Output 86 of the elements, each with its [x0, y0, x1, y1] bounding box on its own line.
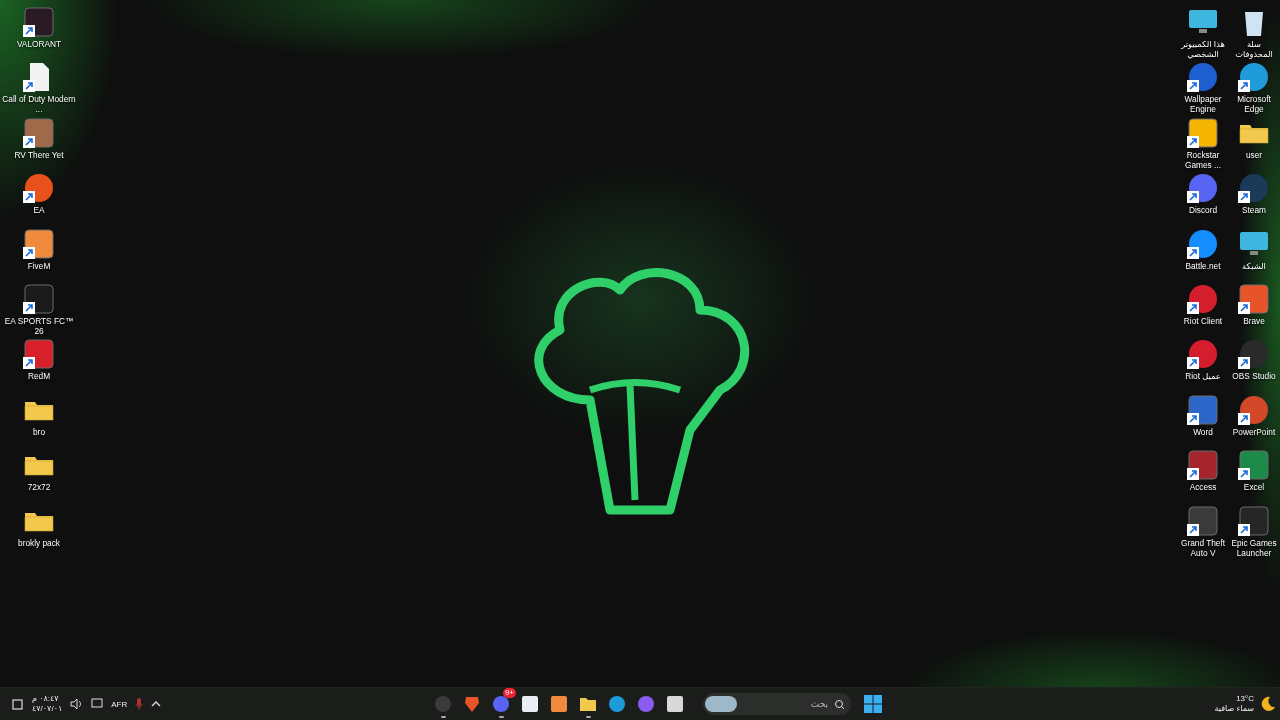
folder-icon: [579, 695, 597, 713]
language-indicator[interactable]: AFR: [111, 699, 128, 709]
icon-label: سلة المحذوفات: [1234, 39, 1274, 59]
icon-label: Grand Theft Auto V: [1179, 537, 1227, 558]
icon-label: Discord: [1187, 205, 1219, 216]
notification-badge: 9+: [502, 688, 516, 698]
desktop-icon[interactable]: Microsoft Edge: [1229, 59, 1279, 115]
microphone-icon[interactable]: [135, 698, 144, 710]
desktop-icon[interactable]: Epic Games Launcher: [1229, 502, 1279, 558]
icon-label: Excel: [1242, 482, 1266, 493]
icon-label: Battle.net: [1184, 260, 1222, 271]
desktop-icon[interactable]: 72x72: [0, 447, 78, 503]
search-field[interactable]: بحث: [703, 693, 851, 715]
icon-label: OBS Studio: [1231, 371, 1277, 382]
desktop-icon[interactable]: الشبكة: [1229, 225, 1279, 281]
round-icon: [492, 695, 510, 713]
icon-label: RV There Yet: [13, 149, 65, 160]
desktop-icon[interactable]: PowerPoint: [1229, 391, 1279, 448]
square-icon: [550, 695, 568, 713]
notification-icon[interactable]: [12, 698, 24, 710]
icon-label: 72x72: [26, 482, 52, 493]
icon-label: brokly pack: [17, 537, 61, 548]
desktop-icon[interactable]: Access: [1178, 447, 1228, 503]
icon-label: EA SPORTS FC™ 26: [3, 315, 75, 336]
desktop-icon[interactable]: EA SPORTS FC™ 26: [0, 280, 78, 337]
desktop-icon[interactable]: Discord: [1178, 170, 1228, 226]
icon-label: bro: [32, 426, 46, 437]
icon-label: user: [1244, 149, 1264, 160]
desktop-icon[interactable]: VALORANT: [0, 4, 78, 60]
desktop-icon[interactable]: Riot Client: [1178, 280, 1228, 337]
icon-label: FiveM: [26, 260, 52, 271]
icon-label: Access: [1188, 482, 1218, 493]
clock[interactable]: ٠٨:٤٧ م ٤٧/٠٧/٠١: [32, 694, 63, 714]
icon-label: EA: [32, 205, 46, 216]
icon-label: Brave: [1242, 315, 1266, 326]
icon-label: PowerPoint: [1231, 426, 1277, 437]
icon-label: عميل Riot: [1184, 371, 1222, 382]
desktop-icon[interactable]: EA: [0, 170, 78, 226]
desktop-icon[interactable]: Call of Duty Modern ...: [0, 59, 78, 115]
round-icon: [608, 695, 626, 713]
weather-temperature: 13°C: [1236, 694, 1254, 704]
round-icon: [434, 695, 452, 713]
desktop-icon[interactable]: Brave: [1229, 280, 1279, 337]
desktop-icon[interactable]: Grand Theft Auto V: [1178, 502, 1228, 558]
desktop-icon[interactable]: Excel: [1229, 447, 1279, 503]
desktop-icon[interactable]: سلة المحذوفات: [1229, 4, 1279, 60]
icon-label: Rockstar Games ...: [1184, 149, 1222, 170]
desktop-icon[interactable]: bro: [0, 391, 78, 448]
desktop-icon[interactable]: عميل Riot: [1178, 336, 1228, 392]
icon-label: Microsoft Edge: [1236, 94, 1272, 115]
icon-label: Word: [1192, 426, 1214, 437]
desktop-icon[interactable]: Steam: [1229, 170, 1279, 226]
search-highlight-image: [705, 696, 737, 712]
weather-condition: سماء صافية: [1214, 704, 1254, 714]
square-icon: [666, 695, 684, 713]
shield-icon: [463, 695, 481, 713]
desktop-icon[interactable]: RedM: [0, 336, 78, 392]
icon-label: Epic Games Launcher: [1230, 537, 1278, 558]
icon-label: VALORANT: [15, 39, 63, 49]
desktop-icon[interactable]: RV There Yet: [0, 114, 78, 171]
square-icon: [521, 695, 539, 713]
search-icon: [834, 698, 845, 710]
desktop-icon[interactable]: OBS Studio: [1229, 336, 1279, 392]
start-button[interactable]: [864, 695, 882, 713]
desktop-icon[interactable]: brokly pack: [0, 502, 78, 558]
search-input[interactable]: بحث: [741, 698, 830, 710]
desktop-icon[interactable]: FiveM: [0, 225, 78, 281]
icon-label: Steam: [1241, 205, 1267, 216]
icon-label: Wallpaper Engine: [1183, 94, 1223, 115]
desktop-icon[interactable]: Word: [1178, 391, 1228, 448]
speaker-icon[interactable]: [70, 698, 84, 710]
chevron-up-icon[interactable]: [151, 700, 162, 708]
desktop-icon[interactable]: هذا الكمبيوتر الشخصي: [1178, 4, 1228, 60]
desktop-icon[interactable]: Rockstar Games ...: [1178, 114, 1228, 171]
desktop-icon[interactable]: Wallpaper Engine: [1178, 59, 1228, 115]
icon-label: Riot Client: [1182, 315, 1224, 326]
icon-label: الشبكة: [1241, 260, 1267, 271]
display-icon[interactable]: [91, 698, 104, 710]
desktop-icon[interactable]: Battle.net: [1178, 225, 1228, 281]
icon-label: Call of Duty Modern ...: [1, 94, 77, 115]
icon-label: هذا الكمبيوتر الشخصي: [1180, 39, 1226, 59]
round-icon: [637, 695, 655, 713]
clock-date: ٤٧/٠٧/٠١: [32, 704, 63, 714]
icon-label: RedM: [26, 371, 52, 382]
desktop-icon[interactable]: user: [1229, 114, 1279, 171]
clock-time: ٠٨:٤٧ م: [32, 694, 59, 704]
